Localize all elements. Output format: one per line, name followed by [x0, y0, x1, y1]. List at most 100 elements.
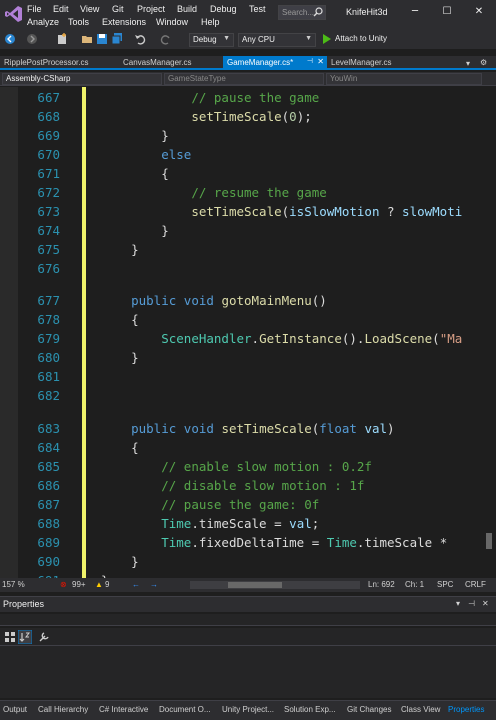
type-dropdown[interactable]: GameStateType [164, 73, 324, 85]
close-tab-icon[interactable]: ✕ [317, 57, 324, 66]
code-line[interactable]: 677 public void gotoMainMenu() [0, 291, 480, 310]
scrollbar-thumb[interactable] [486, 533, 492, 549]
menu-extensions[interactable]: Extensions [102, 17, 146, 27]
attach-to-unity-button[interactable]: Attach to Unity [335, 34, 387, 43]
code-line[interactable]: 675 } [0, 240, 480, 259]
menu-build[interactable]: Build [177, 4, 197, 14]
code-text: else [161, 147, 192, 162]
platform-value: Any CPU [242, 35, 275, 44]
standard-toolbar: Debug ▼ Any CPU ▼ Attach to Unity [0, 30, 496, 50]
open-folder-icon[interactable] [81, 33, 93, 45]
configuration-dropdown[interactable]: Debug ▼ [189, 33, 234, 47]
save-all-icon[interactable] [111, 33, 123, 45]
code-line[interactable]: 668 setTimeScale(0); [0, 107, 480, 126]
menu-project[interactable]: Project [137, 4, 165, 14]
next-issue-icon[interactable]: → [150, 580, 158, 589]
tab-level-manager[interactable]: LevelManager.cs [327, 56, 395, 70]
undo-icon[interactable] [134, 33, 146, 45]
code-line[interactable]: 689 Time.fixedDeltaTime = Time.timeScale… [0, 533, 480, 552]
menu-analyze[interactable]: Analyze [27, 17, 59, 27]
platform-dropdown[interactable]: Any CPU ▼ [238, 33, 316, 47]
code-editor[interactable]: 667 // pause the game 668 setTimeScale(0)… [0, 87, 496, 578]
code-line[interactable]: 690 } [0, 552, 480, 571]
project-dropdown[interactable]: Assembly-CSharp [2, 73, 162, 85]
code-line[interactable]: 680 } [0, 348, 480, 367]
menu-edit[interactable]: Edit [53, 4, 69, 14]
vertical-scrollbar[interactable] [482, 87, 496, 578]
menu-test[interactable]: Test [249, 4, 266, 14]
warning-count[interactable]: 9 [105, 580, 109, 589]
minimize-button[interactable]: ─ [406, 4, 424, 20]
error-count[interactable]: 99+ [72, 580, 86, 589]
code-line[interactable]: 669 } [0, 126, 480, 145]
menu-git[interactable]: Git [112, 4, 124, 14]
zoom-level[interactable]: 157 % [2, 580, 25, 589]
code-line[interactable]: 667 // pause the game [0, 88, 480, 107]
menu-file[interactable]: File [27, 4, 42, 14]
tab-ripple-post-processor[interactable]: RipplePostProcessor.cs [0, 56, 92, 70]
tab-solution-explorer[interactable]: Solution Exp... [284, 705, 336, 714]
tab-game-manager[interactable]: GameManager.cs* ⊣ ✕ [223, 56, 327, 70]
back-navigation-icon[interactable] [4, 33, 16, 45]
tab-csharp-interactive[interactable]: C# Interactive [99, 705, 148, 714]
close-panel-icon[interactable]: ✕ [482, 599, 489, 608]
property-pages-icon[interactable] [38, 631, 50, 643]
tab-document-outline[interactable]: Document O... [159, 705, 211, 714]
new-project-icon[interactable] [56, 33, 68, 45]
code-line[interactable]: 678 { [0, 310, 480, 329]
line-number: 682 [37, 388, 60, 403]
redo-icon[interactable] [160, 33, 172, 45]
line-number: 679 [37, 331, 60, 346]
horizontal-scrollbar[interactable] [190, 581, 360, 589]
code-line[interactable]: 672 // resume the game [0, 183, 480, 202]
tab-overflow-icon[interactable]: ▾ [462, 57, 474, 71]
code-line[interactable]: 679 SceneHandler.GetInstance().LoadScene… [0, 329, 480, 348]
warning-icon: ▲ [95, 580, 103, 589]
menu-debug[interactable]: Debug [210, 4, 237, 14]
tab-output[interactable]: Output [3, 705, 27, 714]
properties-object-selector[interactable] [0, 614, 496, 626]
code-line[interactable]: 691} [0, 571, 480, 578]
close-button[interactable]: ✕ [470, 4, 488, 20]
tab-properties[interactable]: Properties [448, 705, 484, 714]
line-number: 670 [37, 147, 60, 162]
code-line[interactable]: 673 setTimeScale(isSlowMotion ? slowMoti [0, 202, 480, 221]
code-line[interactable]: 681 [0, 367, 480, 386]
tab-unity-project-explorer[interactable]: Unity Project... [222, 705, 274, 714]
horizontal-scrollbar-thumb[interactable] [228, 582, 282, 588]
forward-navigation-icon[interactable] [26, 33, 38, 45]
previous-issue-icon[interactable]: ← [132, 580, 140, 589]
tab-call-hierarchy[interactable]: Call Hierarchy [38, 705, 88, 714]
settings-icon[interactable]: ⚙ [476, 56, 491, 70]
menu-view[interactable]: View [80, 4, 99, 14]
code-line[interactable]: 688 Time.timeScale = val; [0, 514, 480, 533]
code-line[interactable]: 670 else [0, 145, 480, 164]
menu-help[interactable]: Help [201, 17, 220, 27]
code-line[interactable]: 684 { [0, 438, 480, 457]
error-icon: ⊗ [60, 580, 67, 589]
code-line[interactable]: 686 // disable slow motion : 1f [0, 476, 480, 495]
code-line[interactable]: 683 public void setTimeScale(float val) [0, 419, 480, 438]
code-text: } [101, 223, 169, 238]
panel-options-icon[interactable]: ▾ [456, 599, 460, 608]
save-icon[interactable] [96, 33, 108, 45]
tab-git-changes[interactable]: Git Changes [347, 705, 391, 714]
play-icon[interactable] [322, 34, 332, 44]
categorized-icon[interactable] [4, 631, 16, 643]
code-line[interactable]: 682 [0, 386, 480, 405]
code-line[interactable]: 674 } [0, 221, 480, 240]
maximize-button[interactable]: ☐ [438, 4, 456, 20]
code-line[interactable]: 671 { [0, 164, 480, 183]
pin-icon[interactable]: ⊣ [468, 599, 475, 608]
menu-window[interactable]: Window [156, 17, 188, 27]
tab-class-view[interactable]: Class View [401, 705, 440, 714]
code-line[interactable]: 685 // enable slow motion : 0.2f [0, 457, 480, 476]
menu-tools[interactable]: Tools [68, 17, 89, 27]
pin-icon[interactable]: ⊣ [307, 57, 313, 65]
code-line[interactable]: 676 [0, 259, 480, 278]
alphabetical-icon[interactable] [18, 630, 32, 644]
search-box[interactable]: Search... [278, 5, 326, 20]
tab-canvas-manager[interactable]: CanvasManager.cs [119, 56, 195, 70]
code-line[interactable]: 687 // pause the game: 0f [0, 495, 480, 514]
member-dropdown[interactable]: YouWin [326, 73, 482, 85]
